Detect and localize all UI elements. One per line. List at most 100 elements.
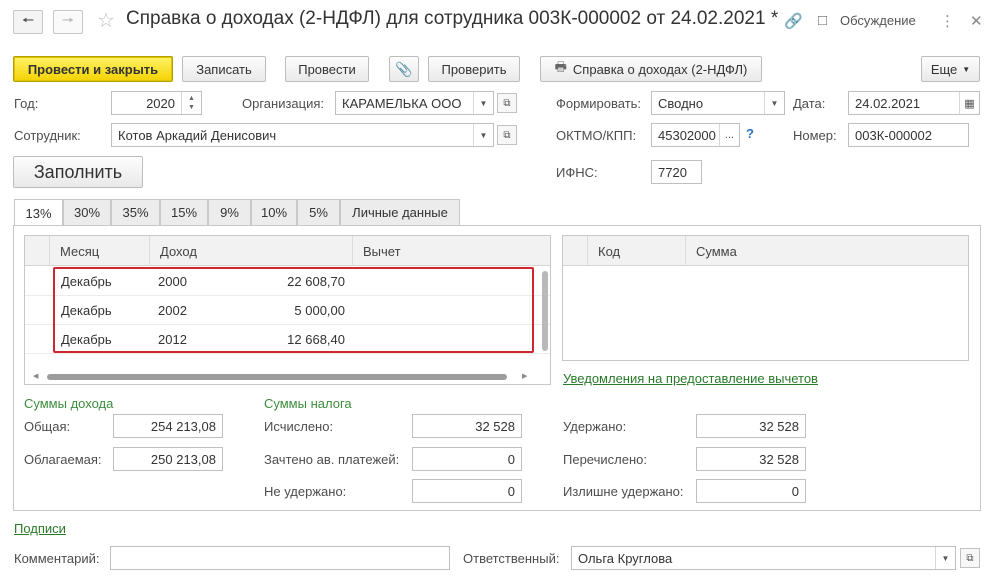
horizontal-scrollbar[interactable]: ◀ ▶ [33, 371, 533, 383]
vertical-scrollbar[interactable] [540, 267, 550, 374]
discussion-link[interactable]: Обсуждение [840, 13, 916, 28]
ifns-value: 7720 [658, 164, 687, 180]
tax-withheld-value: 32 528 [759, 418, 799, 434]
deduction-table[interactable]: Код Сумма [562, 235, 969, 361]
employee-open-icon[interactable]: ⧉ [497, 125, 517, 145]
table-row[interactable]: Декабрь 2000 22 608,70 [25, 267, 550, 296]
number-value: 003К-000002 [855, 127, 932, 143]
row-code: 2000 [158, 274, 187, 289]
tax-over-withheld-field[interactable]: 0 [696, 479, 806, 503]
chevron-down-icon[interactable]: ▼ [188, 103, 195, 112]
tax-calculated-field[interactable]: 32 528 [412, 414, 522, 438]
comment-label: Комментарий: [14, 551, 100, 566]
tax-over-withheld-label: Излишне удержано: [563, 484, 684, 499]
table-row[interactable]: Декабрь 2012 12 668,40 [25, 325, 550, 354]
oktmo-more-button[interactable]: ... [719, 124, 739, 146]
tab-10[interactable]: 10% [251, 199, 297, 225]
scroll-right-icon[interactable]: ▶ [522, 372, 527, 380]
income-total-field[interactable]: 254 213,08 [113, 414, 223, 438]
arrow-right-icon: 🠖 [61, 12, 75, 28]
forward-button[interactable]: 🠖 [53, 10, 83, 34]
year-stepper[interactable]: ▲ ▼ [181, 92, 201, 114]
column-sum[interactable]: Сумма [686, 236, 968, 266]
column-deduction[interactable]: Вычет [353, 236, 550, 266]
form-mode-dropdown-icon[interactable]: ▼ [764, 92, 784, 114]
column-month[interactable]: Месяц [50, 236, 150, 266]
print-report-button[interactable]: 🖶 Справка о доходах (2-НДФЛ) [540, 56, 762, 82]
income-taxable-label: Облагаемая: [24, 452, 102, 467]
ifns-field[interactable]: 7720 [651, 160, 702, 184]
income-sums-title: Суммы дохода [24, 396, 114, 411]
ifns-label: ИФНС: [556, 165, 598, 180]
responsible-field[interactable]: Ольга Круглова ▼ [571, 546, 956, 570]
post-button[interactable]: Провести [285, 56, 369, 82]
table-row[interactable]: Декабрь 2002 5 000,00 [25, 296, 550, 325]
tab-9[interactable]: 9% [208, 199, 251, 225]
comment-field[interactable] [110, 546, 450, 570]
close-icon[interactable]: ✕ [970, 12, 983, 30]
employee-dropdown-icon[interactable]: ▼ [473, 124, 493, 146]
organization-open-icon[interactable]: ⧉ [497, 93, 517, 113]
printer-icon: 🖶 [554, 59, 567, 74]
column-code[interactable]: Код [588, 236, 686, 266]
tab-30[interactable]: 30% [63, 199, 111, 225]
number-field[interactable]: 003К-000002 [848, 123, 969, 147]
column-income[interactable]: Доход [150, 236, 353, 266]
responsible-dropdown-icon[interactable]: ▼ [935, 547, 955, 569]
number-label: Номер: [793, 128, 837, 143]
attach-button[interactable]: 📎 [389, 56, 419, 82]
income-taxable-field[interactable]: 250 213,08 [113, 447, 223, 471]
form-mode-label: Формировать: [556, 96, 642, 111]
income-table[interactable]: Месяц Доход Вычет Декабрь 2000 22 608,70… [24, 235, 551, 385]
organization-field[interactable]: КАРАМЕЛЬКА ООО ▼ [335, 91, 494, 115]
tax-withheld-field[interactable]: 32 528 [696, 414, 806, 438]
signatures-link[interactable]: Подписи [14, 521, 66, 536]
calendar-icon[interactable]: ▦ [959, 92, 979, 114]
tax-transferred-field[interactable]: 32 528 [696, 447, 806, 471]
organization-value: КАРАМЕЛЬКА ООО [342, 95, 462, 111]
row-amount: 12 668,40 [287, 332, 345, 347]
tab-35[interactable]: 35% [111, 199, 160, 225]
row-amount: 22 608,70 [287, 274, 345, 289]
tax-transferred-value: 32 528 [759, 451, 799, 467]
vertical-scroll-thumb[interactable] [542, 271, 548, 351]
employee-label: Сотрудник: [14, 128, 81, 143]
deduction-table-header: Код Сумма [563, 236, 968, 266]
income-table-header: Месяц Доход Вычет [25, 236, 550, 266]
window-title: Справка о доходах (2-НДФЛ) для сотрудник… [126, 8, 779, 29]
tab-personal-data[interactable]: Личные данные [340, 199, 460, 225]
tax-credited-field[interactable]: 0 [412, 447, 522, 471]
scroll-left-icon[interactable]: ◀ [33, 372, 38, 380]
date-field[interactable]: 24.02.2021 ▦ [848, 91, 980, 115]
more-vertical-icon[interactable]: ⋮ [940, 12, 955, 30]
tax-credited-value: 0 [507, 451, 515, 467]
deduction-notifications-link[interactable]: Уведомления на предоставление вычетов [563, 371, 818, 386]
tab-15[interactable]: 15% [160, 199, 208, 225]
oktmo-field[interactable]: 45302000 ... [651, 123, 740, 147]
link-icon[interactable]: 🔗 [784, 12, 803, 30]
tab-5[interactable]: 5% [297, 199, 340, 225]
tab-13[interactable]: 13% [14, 199, 63, 226]
horizontal-scroll-thumb[interactable] [47, 374, 507, 380]
employee-value: Котов Аркадий Денисович [118, 127, 277, 143]
tax-sums-title: Суммы налога [264, 396, 352, 411]
employee-field[interactable]: Котов Аркадий Денисович ▼ [111, 123, 494, 147]
organization-label: Организация: [242, 96, 325, 111]
row-marker-column [563, 236, 588, 266]
more-button[interactable]: Еще ▼ [921, 56, 980, 82]
back-button[interactable]: 🠔 [13, 10, 43, 34]
form-mode-select[interactable]: Сводно ▼ [651, 91, 785, 115]
tax-not-withheld-field[interactable]: 0 [412, 479, 522, 503]
year-field[interactable]: 2020 ▲ ▼ [111, 91, 202, 115]
fill-button[interactable]: Заполнить [13, 156, 143, 188]
oktmo-help-icon[interactable]: ? [746, 126, 754, 141]
responsible-open-icon[interactable]: ⧉ [960, 548, 980, 568]
chevron-up-icon[interactable]: ▲ [188, 94, 195, 103]
organization-dropdown-icon[interactable]: ▼ [473, 92, 493, 114]
favorite-star-icon[interactable]: ☆ [97, 8, 115, 33]
save-button[interactable]: Записать [182, 56, 266, 82]
post-and-close-button[interactable]: Провести и закрыть [13, 56, 173, 82]
row-code: 2002 [158, 303, 187, 318]
discussion-icon[interactable]: □ [818, 12, 827, 29]
check-button[interactable]: Проверить [428, 56, 520, 82]
